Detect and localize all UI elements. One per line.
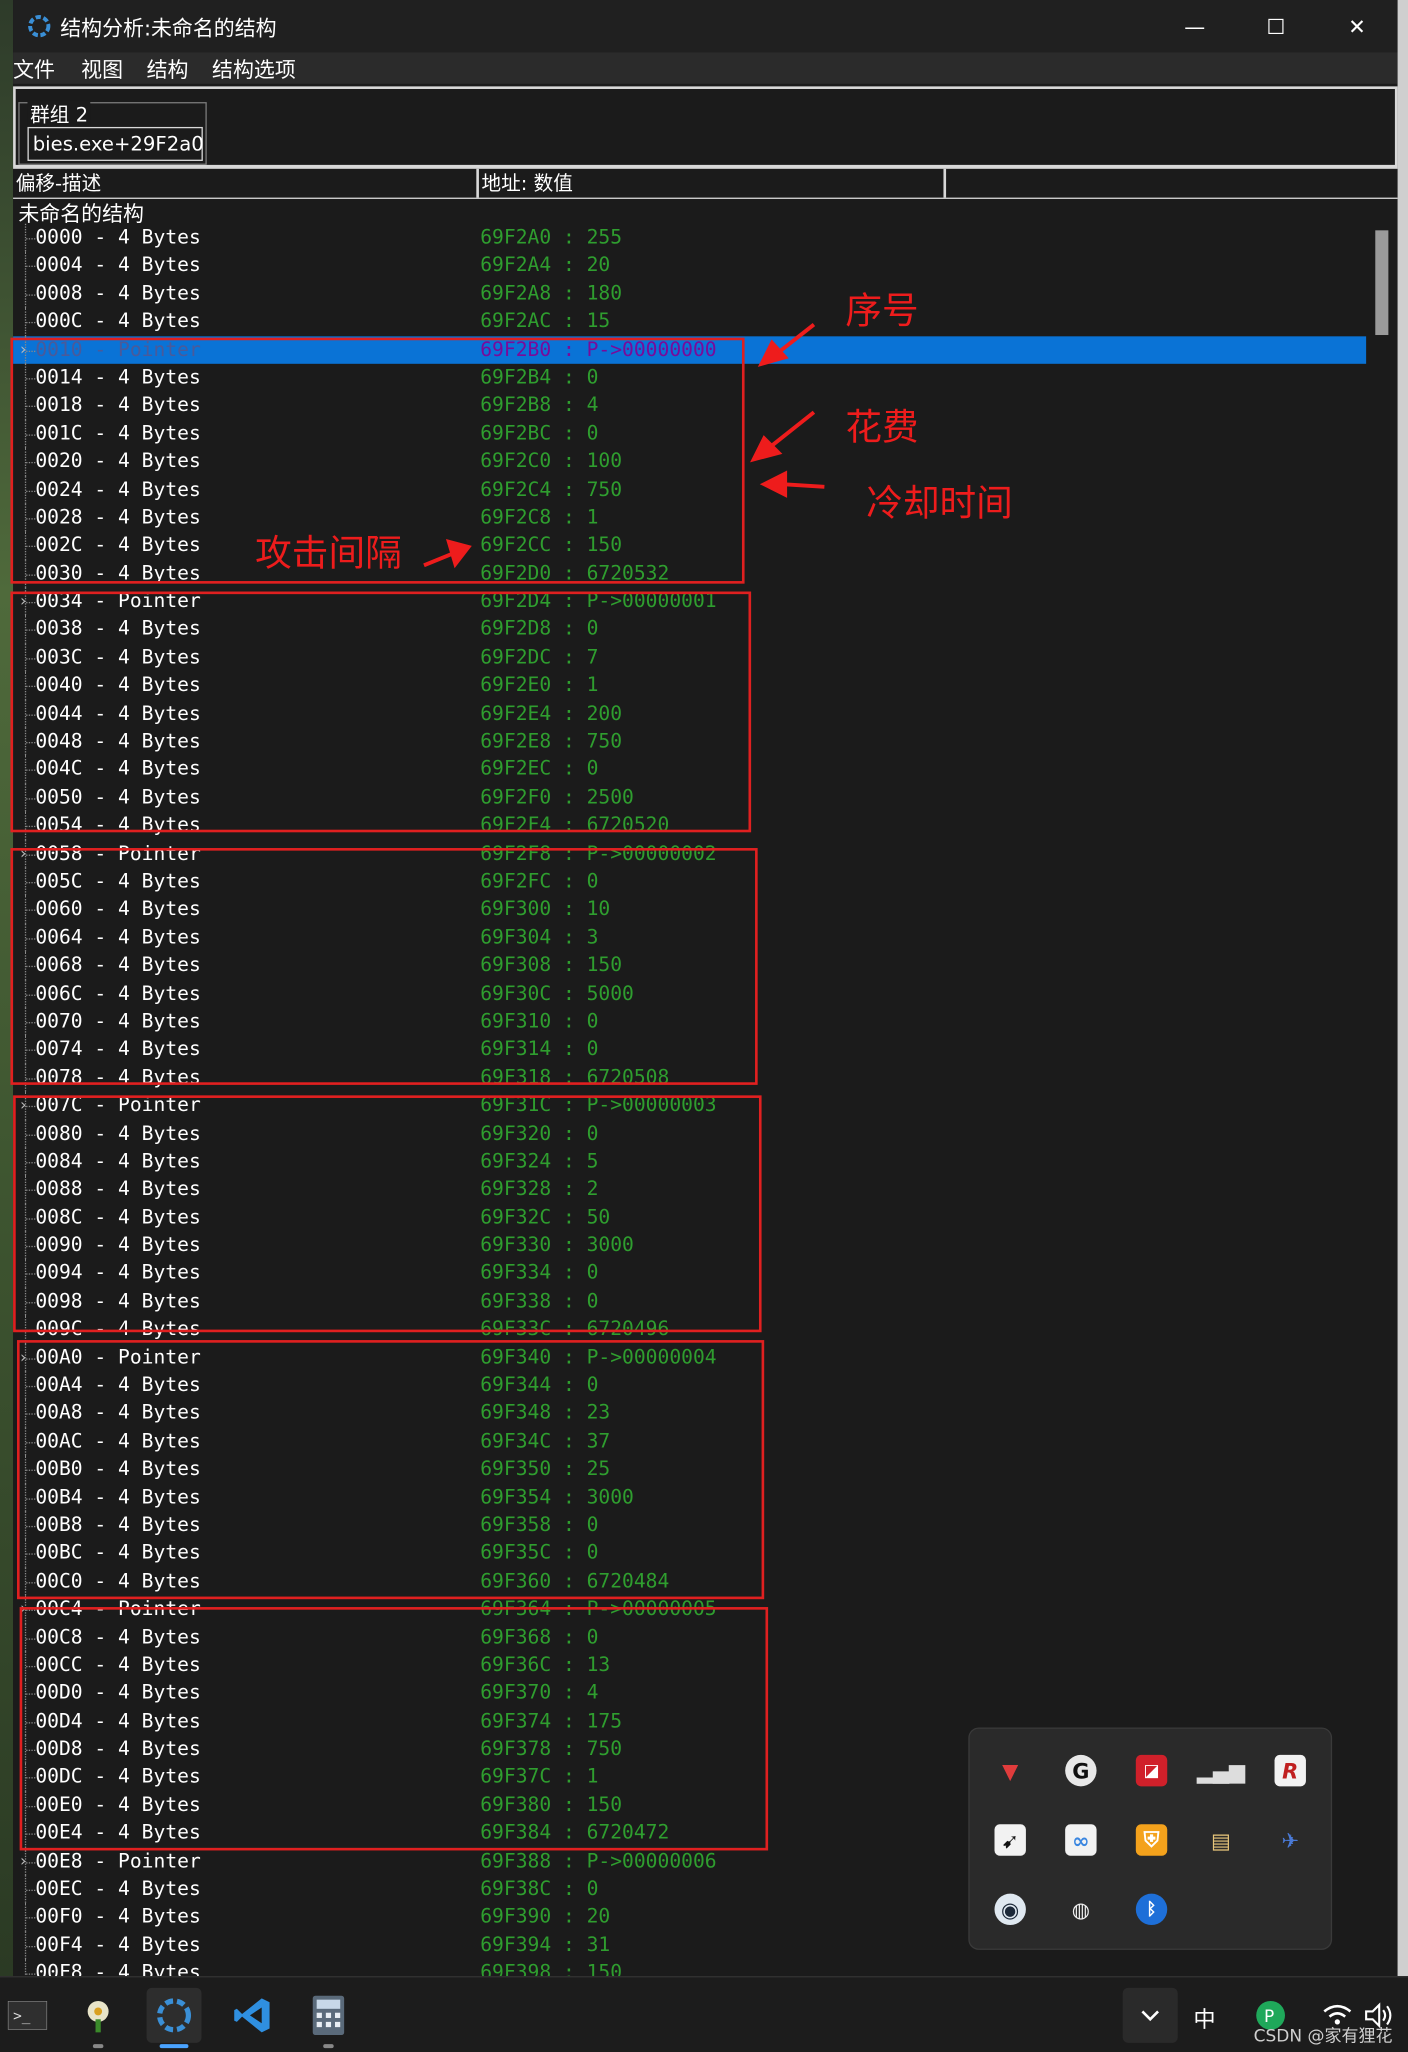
amd-icon[interactable]: ◪ xyxy=(1135,1754,1168,1787)
svg-text:>_: >_ xyxy=(13,2009,31,2025)
cheat-engine-taskbar-icon[interactable] xyxy=(146,1987,202,2049)
screen: 结构分析:未命名的结构 — ☐ ✕ 文件 视图 结构 结构选项 群组 2 bie… xyxy=(0,0,1408,2052)
watermark: CSDN @家有狸花 xyxy=(1253,2027,1393,2047)
game-app-icon[interactable] xyxy=(71,1988,126,2049)
rocket-app-icon[interactable]: ✈ xyxy=(1275,1824,1306,1855)
taskbar: >_ 中 P xyxy=(0,1976,1408,2052)
clipboard-app-icon[interactable]: ▤ xyxy=(1205,1824,1236,1855)
bluetooth-icon[interactable]: ᛒ xyxy=(1135,1893,1168,1926)
steam-icon[interactable]: ◉ xyxy=(994,1893,1026,1926)
logitech-g-icon[interactable]: G xyxy=(1065,1754,1097,1787)
terminal-icon[interactable]: >_ xyxy=(0,1988,55,2043)
wechat-icon[interactable]: ◍ xyxy=(1065,1894,1096,1925)
signal-icon[interactable]: ▂▄▆ xyxy=(1197,1755,1245,1786)
arrow-app-icon[interactable]: ▼ xyxy=(994,1755,1025,1786)
vscode-icon[interactable] xyxy=(225,1988,280,2043)
ime-indicator[interactable]: 中 xyxy=(1193,2001,1215,2033)
chevron-up-icon[interactable] xyxy=(1122,1987,1178,2043)
calculator-icon[interactable] xyxy=(301,1988,356,2049)
tray-overflow-popup: ▼ G ◪ ▂▄▆ R ➹ ∞ ⛨ ▤ ✈ ◉ ◍ ᛒ xyxy=(968,1727,1333,1950)
bird-app-icon[interactable]: ➹ xyxy=(994,1824,1026,1856)
r-app-icon[interactable]: R xyxy=(1274,1754,1306,1787)
cloud-app-icon[interactable]: ∞ xyxy=(1065,1824,1097,1856)
shield-app-icon[interactable]: ⛨ xyxy=(1135,1824,1168,1856)
